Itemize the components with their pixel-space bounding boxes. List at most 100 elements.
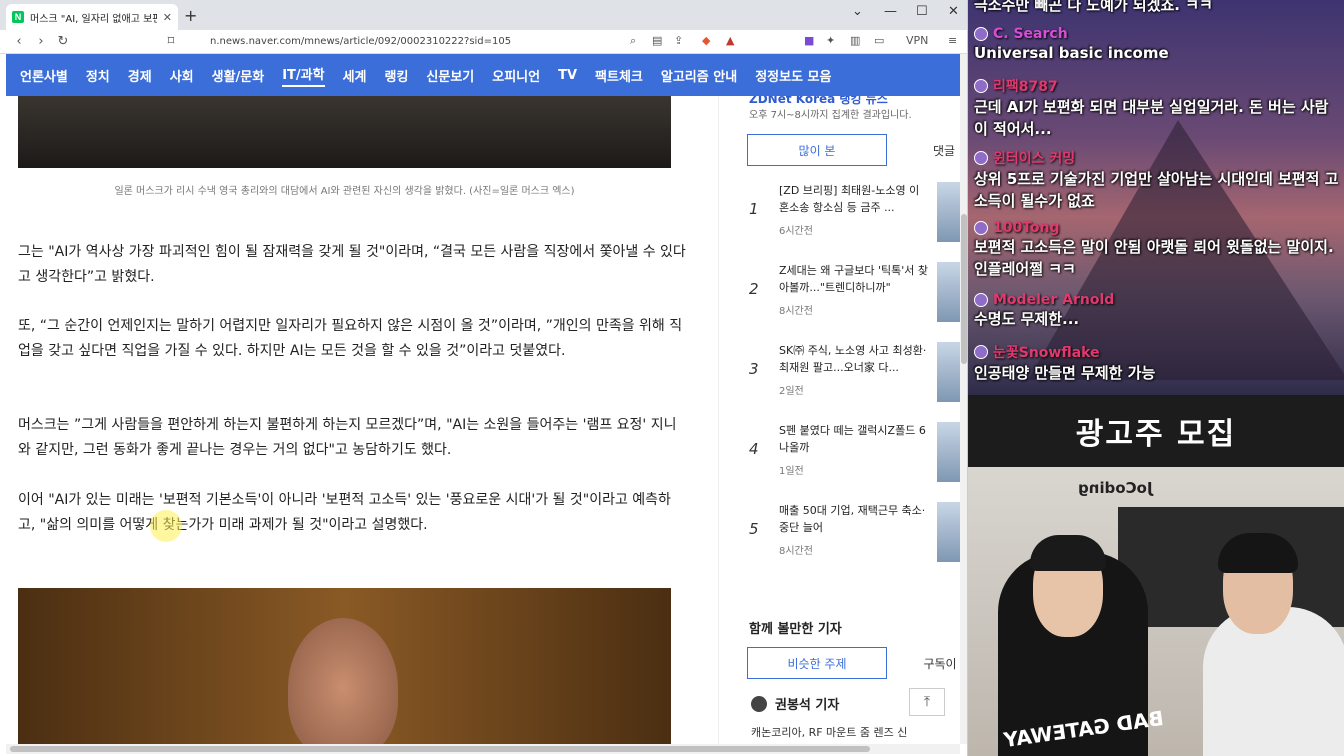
user-badge-icon [974,27,988,41]
user-badge-icon [974,345,988,359]
nav-item[interactable]: 팩트체크 [595,66,643,85]
ranking-item[interactable]: 1 [ZD 브리핑] 최태원-노소영 이혼소송 항소심 등 금주 ... 6시간전 [749,182,960,252]
share-icon[interactable]: ⇪ [674,34,683,47]
scrollbar-thumb[interactable] [10,746,870,752]
rank-thumbnail[interactable] [937,342,960,402]
rank-title[interactable]: Z세대는 왜 구글보다 '틱톡'서 찾아볼까..."트렌디하니까" [779,262,929,296]
nav-item[interactable]: 오피니언 [492,66,540,85]
rank-thumbnail[interactable] [937,262,960,322]
chat-username[interactable]: 리팩8787 [974,76,1340,96]
photo-face [288,618,398,744]
scroll-top-button[interactable]: ⤒ [909,688,945,716]
user-badge-icon [974,151,988,165]
nav-item[interactable]: 생활/문화 [212,66,265,85]
nav-item[interactable]: 언론사별 [20,66,68,85]
nav-item[interactable]: 신문보기 [426,66,474,85]
ranking-sidebar: ZDNet Korea 랭킹 뉴스 오후 7시~8시까지 집계한 결과입니다. … [718,96,960,744]
bookmark-icon[interactable]: ⌑ [160,34,182,49]
sidebar-icon[interactable]: ▥ [850,34,860,47]
ranking-item[interactable]: 5 매출 50대 기업, 재택근무 축소·중단 늘어 8시간전 [749,502,960,572]
ad-banner-text: 광고주 모집 [1075,417,1237,452]
chat-text: 수명도 무제한... [974,310,1080,328]
nav-item[interactable]: 세계 [343,66,367,85]
rank-thumbnail[interactable] [937,502,960,562]
nav-item[interactable]: 사회 [170,66,194,85]
browser-window: N 머스크 "AI, 일자리 없애고 보편적 ✕ + ⌄ — ☐ ✕ ‹ › ↻… [0,0,968,756]
url-field[interactable]: n.news.naver.com/mnews/article/092/00023… [190,33,690,51]
nav-item[interactable]: 정정보도 모음 [755,66,831,85]
reporters-heading: 함께 볼만한 기자 [749,622,842,637]
rank-title[interactable]: S펜 붙였다 떼는 갤럭시Z폴드 6 나올까 [779,422,929,456]
chat-username[interactable]: 100Tong [974,220,1340,236]
reporter-card[interactable]: 권봉석 기자 [751,694,839,713]
rank-number: 2 [749,280,759,298]
chat-username[interactable]: 눈꽃Snowflake [974,342,1340,362]
tab-comments[interactable]: 댓글 [919,134,960,166]
close-window-icon[interactable]: ✕ [948,4,959,19]
close-tab-icon[interactable]: ✕ [163,11,172,24]
nav-item[interactable]: IT/과학 [282,64,325,87]
naver-favicon-icon: N [12,11,24,23]
tab-list-icon[interactable]: ⌄ [852,4,863,19]
avatar [751,695,767,712]
reader-icon[interactable]: ▤ [652,34,662,47]
chat-text: 극소수만 빼곤 다 노예가 되겠죠. ㅋㅋ [974,0,1213,14]
rank-time: 8시간전 [779,306,813,317]
chat-message: 100Tong 보편적 고소득은 말이 안됨 아랫돌 뢰어 윗돌없는 말이지. 인… [974,220,1340,280]
news-nav-bar: 언론사별 정치 경제 사회 생활/문화 IT/과학 세계 랭킹 신문보기 오피니언 TV 팩트체크 알고… [6,54,960,96]
chat-user-label: Modeler Arnold [993,292,1115,308]
rank-time: 2일전 [779,386,804,397]
ranking-item[interactable]: 4 S펜 붙였다 떼는 갤럭시Z폴드 6 나올까 1일전 [749,422,960,492]
paragraph-1: 그는 "AI가 역사상 가장 파괴적인 힘이 될 잠재력을 갖게 될 것"이라며… [18,244,686,285]
horizontal-scrollbar[interactable] [6,744,960,754]
tab-subscribed[interactable]: 구독이 [915,647,960,679]
chat-text: 보편적 고소득은 말이 안됨 아랫돌 뢰어 윗돌없는 말이지. 인플레어쩔 ㅋㅋ [974,238,1334,278]
vpn-button[interactable]: VPN [906,34,928,47]
chat-username[interactable]: Modeler Arnold [974,292,1340,308]
nav-item[interactable]: 정치 [86,66,110,85]
rewards-icon[interactable]: ▲ [726,34,734,47]
reload-icon[interactable]: ↻ [52,34,74,49]
extension-icon[interactable]: ■ [804,34,814,47]
reporter-article-link[interactable]: 캐논코리아, RF 마운트 줌 렌즈 신 [751,724,907,740]
zoom-icon[interactable]: ⌕ [630,34,636,48]
ad-banner: 광고주 모집 [968,395,1344,467]
nav-item[interactable]: 경제 [128,66,152,85]
webcam-feed: JoCoding BAD GATEWAY [968,467,1344,756]
rank-number: 3 [749,360,759,378]
rank-title[interactable]: SK㈜ 주식, 노소영 사고 최성환·최재원 팔고...오너家 다... [779,342,929,376]
nav-item[interactable]: 랭킹 [385,66,409,85]
rank-number: 4 [749,440,759,458]
menu-icon[interactable]: ≡ [948,34,957,47]
rank-time: 1일전 [779,466,804,477]
new-tab-icon[interactable]: + [184,6,197,25]
vertical-scrollbar[interactable] [960,54,967,744]
brave-shield-icon[interactable]: ◆ [702,34,710,47]
maximize-icon[interactable]: ☐ [916,4,928,19]
ranking-item[interactable]: 2 Z세대는 왜 구글보다 '틱톡'서 찾아볼까..."트렌디하니까" 8시간전 [749,262,960,332]
paragraph-4: 이어 "AI가 있는 미래는 '보편적 기본소득'이 아니라 '보편적 고소득'… [18,492,671,533]
nav-item[interactable]: TV [558,68,577,83]
browser-tab[interactable]: N 머스크 "AI, 일자리 없애고 보편적 ✕ [6,4,178,30]
puzzle-icon[interactable]: ✦ [826,34,835,47]
reporter-name: 권봉석 기자 [775,698,840,713]
chat-username[interactable]: C. Search [974,26,1340,42]
ranking-item[interactable]: 3 SK㈜ 주식, 노소영 사고 최성환·최재원 팔고...오너家 다... 2일전 [749,342,960,412]
back-icon[interactable]: ‹ [8,34,30,49]
rank-thumbnail[interactable] [937,422,960,482]
rank-thumbnail[interactable] [937,182,960,242]
scrollbar-thumb[interactable] [961,214,967,364]
minimize-icon[interactable]: — [884,4,897,19]
chat-user-label: C. Search [993,26,1068,42]
chat-message: 눈꽃Snowflake 인공태양 만들면 무제한 가능 [974,342,1340,384]
chat-username[interactable]: 윈터이스 커밍 [974,148,1340,168]
rank-title[interactable]: 매출 50대 기업, 재택근무 축소·중단 늘어 [779,502,929,536]
nav-item[interactable]: 알고리즘 안내 [661,66,737,85]
neon-sign: JoCoding [1078,479,1153,497]
wallet-icon[interactable]: ▭ [874,34,884,47]
rank-title[interactable]: [ZD 브리핑] 최태원-노소영 이혼소송 항소심 등 금주 ... [779,182,929,216]
forward-icon[interactable]: › [30,34,52,49]
tab-most-viewed[interactable]: 많이 본 [747,134,887,166]
tab-similar-topic[interactable]: 비슷한 주제 [747,647,887,679]
chat-message: Modeler Arnold 수명도 무제한... [974,292,1340,330]
